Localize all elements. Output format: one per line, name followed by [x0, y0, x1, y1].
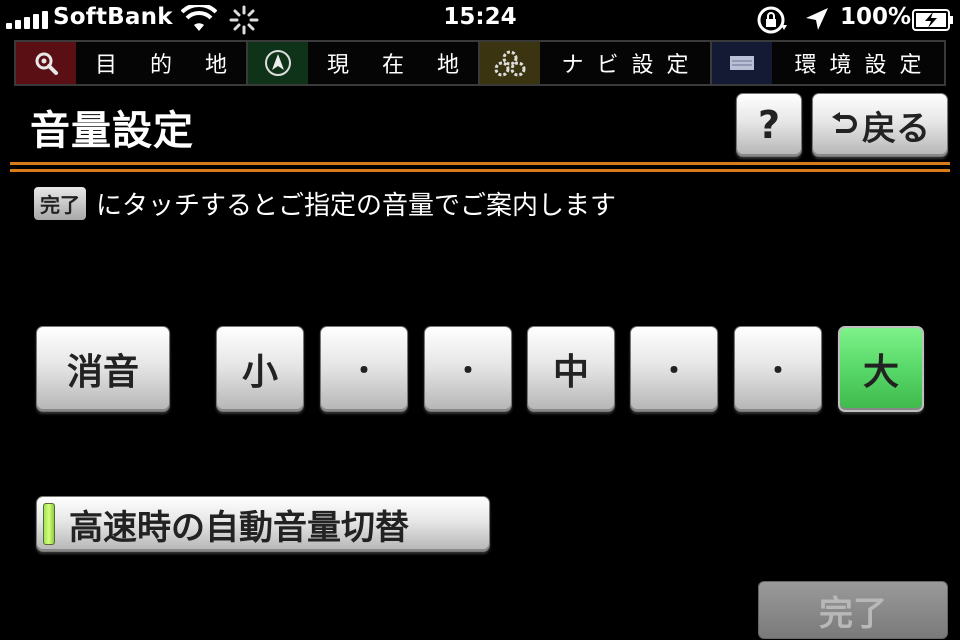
return-arrow-icon — [832, 112, 857, 133]
search-magnifier-icon — [35, 52, 58, 75]
tab-environment-settings[interactable]: 環境設定 — [712, 42, 944, 84]
tab-destination-label: 目 的 地 — [76, 42, 246, 84]
tab-navi-settings-label: ナビ設定 — [540, 42, 710, 84]
nav-tab-bar: 目 的 地 現 在 地 ナビ設定 環境設定 — [14, 40, 946, 86]
display-panel-icon — [730, 56, 754, 70]
tab-icon-box — [712, 42, 772, 84]
tab-destination[interactable]: 目 的 地 — [16, 42, 248, 84]
volume-level-label: ・ — [763, 354, 792, 387]
back-button[interactable]: 戻る — [812, 93, 948, 157]
instruction: 完了 にタッチするとご指定の音量でご案内します — [34, 185, 616, 222]
done-button-label: 完了 — [819, 593, 887, 634]
help-button-label: ? — [757, 103, 781, 147]
volume-level-label: ・ — [349, 354, 378, 387]
done-button[interactable]: 完了 — [758, 581, 948, 639]
gear-cluster-icon — [494, 50, 526, 77]
mute-button[interactable]: 消音 — [36, 326, 170, 412]
volume-level-label: 小 — [241, 352, 278, 393]
tab-current-location[interactable]: 現 在 地 — [248, 42, 480, 84]
volume-level-label: 大 — [862, 352, 899, 393]
volume-level-button-selected[interactable]: 大 — [838, 326, 924, 412]
tab-icon-box — [480, 42, 540, 84]
volume-level-label: ・ — [453, 354, 482, 387]
done-chip: 完了 — [34, 187, 86, 220]
compass-arrow-icon — [265, 50, 291, 76]
highway-toggle-label: 高速時の自動音量切替 — [69, 507, 409, 548]
status-bar: SoftBank 15:24 100% — [0, 0, 960, 40]
mute-button-label: 消音 — [66, 352, 139, 393]
help-button[interactable]: ? — [736, 93, 802, 157]
tab-icon-box — [16, 42, 76, 84]
highway-auto-volume-toggle[interactable]: 高速時の自動音量切替 — [36, 496, 490, 552]
tab-icon-box — [248, 42, 308, 84]
volume-level-button[interactable]: ・ — [630, 326, 718, 412]
volume-level-button[interactable]: ・ — [424, 326, 512, 412]
volume-level-button[interactable]: 小 — [216, 326, 304, 412]
toggle-indicator — [43, 503, 55, 545]
battery-charging-icon — [912, 9, 953, 31]
title-divider — [10, 160, 950, 174]
rotation-lock-icon — [757, 6, 787, 34]
volume-level-button[interactable]: ・ — [734, 326, 822, 412]
volume-level-label: 中 — [552, 352, 589, 393]
tab-navi-settings[interactable]: ナビ設定 — [480, 42, 712, 84]
volume-level-label: ・ — [659, 354, 688, 387]
battery-percentage: 100% — [840, 4, 912, 30]
tab-current-location-label: 現 在 地 — [308, 42, 478, 84]
page-title: 音量設定 — [30, 108, 194, 154]
back-button-label: 戻る — [862, 108, 930, 149]
instruction-text: にタッチするとご指定の音量でご案内します — [96, 191, 617, 221]
location-arrow-icon — [806, 8, 828, 30]
tab-environment-settings-label: 環境設定 — [772, 42, 944, 84]
app-root: SoftBank 15:24 100% 目 的 地 現 在 地 ナビ設定 環境設… — [0, 0, 960, 640]
volume-level-button[interactable]: ・ — [320, 326, 408, 412]
volume-level-button[interactable]: 中 — [527, 326, 615, 412]
